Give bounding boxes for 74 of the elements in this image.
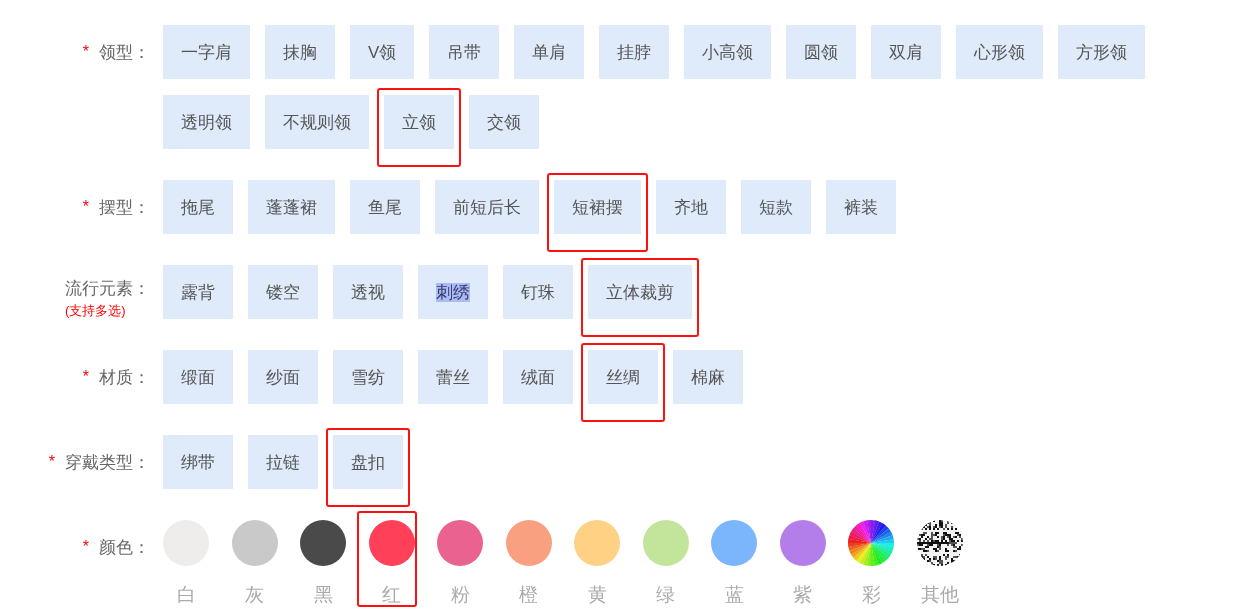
option-button[interactable]: 雪纺 (333, 350, 403, 404)
option-button[interactable]: 透明领 (163, 95, 250, 149)
option-button[interactable]: 齐地 (656, 180, 726, 234)
option-button[interactable]: 前短后长 (435, 180, 539, 234)
option-button[interactable]: 丝绸 (588, 350, 658, 404)
option-button[interactable]: 刺绣 (418, 265, 488, 319)
field-label: 摆型： (99, 198, 150, 216)
color-label: 其他 (920, 583, 959, 607)
option-button[interactable]: 盘扣 (333, 435, 403, 489)
option-button[interactable]: 一字肩 (163, 25, 250, 79)
color-label: 白 (176, 583, 196, 607)
option-button[interactable]: 圆领 (786, 25, 857, 79)
option-button[interactable]: 缎面 (163, 350, 233, 404)
option-button[interactable]: 拉链 (248, 435, 318, 489)
option-button[interactable]: 绒面 (503, 350, 573, 404)
option-button[interactable]: 钉珠 (503, 265, 573, 319)
color-swatch-icon[interactable] (505, 520, 552, 566)
color-swatch-icon[interactable] (711, 520, 757, 566)
required-mark: * (48, 454, 55, 470)
color-swatch-icon[interactable] (437, 520, 483, 566)
required-mark: * (82, 199, 89, 215)
option-button[interactable]: 挂脖 (599, 25, 670, 79)
option-button[interactable]: 单肩 (514, 25, 585, 79)
color-swatch-icon[interactable] (231, 520, 278, 566)
option-button[interactable]: 镂空 (248, 265, 318, 319)
option-button[interactable]: 裤装 (826, 180, 896, 234)
option-button[interactable]: 短裙摆 (554, 180, 641, 234)
option-button[interactable]: 吊带 (429, 25, 500, 79)
option-button[interactable]: 露背 (163, 265, 233, 319)
option-button[interactable]: 立领 (384, 95, 454, 149)
option-button[interactable]: 交领 (469, 95, 539, 149)
color-swatch-icon[interactable] (300, 520, 346, 566)
color-label: 黄 (587, 583, 607, 607)
color-label: 黑 (313, 583, 333, 607)
option-button[interactable]: 纱面 (248, 350, 318, 404)
option-button[interactable]: 绑带 (163, 435, 233, 489)
option-button[interactable]: 双肩 (871, 25, 942, 79)
field-label: 领型： (99, 43, 150, 61)
option-button[interactable]: 鱼尾 (350, 180, 420, 234)
color-label: 蓝 (724, 583, 744, 607)
option-button[interactable]: 短款 (741, 180, 811, 234)
option-button[interactable]: V领 (350, 25, 415, 79)
option-button[interactable]: 不规则领 (265, 95, 369, 149)
rainbow-swatch-icon[interactable] (848, 520, 894, 566)
color-label: 绿 (656, 583, 675, 607)
color-swatch-icon[interactable] (368, 520, 415, 566)
option-button[interactable]: 透视 (333, 265, 403, 319)
color-label: 紫 (793, 583, 812, 607)
required-mark: * (82, 369, 89, 385)
color-swatch-icon[interactable] (642, 520, 689, 566)
required-mark: * (82, 44, 89, 60)
option-button[interactable]: 抹胸 (265, 25, 335, 79)
color-label: 红 (382, 583, 401, 607)
required-mark: * (82, 539, 89, 555)
color-label: 灰 (245, 583, 264, 607)
color-label: 橙 (519, 583, 538, 607)
color-label: 粉 (450, 583, 470, 607)
color-swatch-icon[interactable] (779, 520, 826, 566)
option-button[interactable]: 蓬蓬裙 (248, 180, 335, 234)
color-swatch-icon[interactable] (574, 520, 620, 566)
speckle-swatch-icon[interactable] (916, 520, 963, 566)
color-label: 彩 (861, 583, 881, 607)
option-button[interactable]: 心形领 (956, 25, 1044, 79)
field-label: 流行元素： (65, 280, 150, 297)
option-button[interactable]: 蕾丝 (418, 350, 488, 404)
option-button[interactable]: 拖尾 (163, 180, 233, 234)
field-label: 材质： (99, 368, 150, 386)
option-button[interactable]: 方形领 (1058, 25, 1146, 79)
field-label: 颜色： (99, 538, 150, 556)
option-button[interactable]: 立体裁剪 (588, 265, 692, 319)
field-label: 穿戴类型： (65, 453, 150, 471)
field-note: (支持多选) (65, 303, 126, 319)
option-button[interactable]: 小高领 (684, 25, 772, 79)
option-button[interactable]: 棉麻 (673, 350, 743, 404)
